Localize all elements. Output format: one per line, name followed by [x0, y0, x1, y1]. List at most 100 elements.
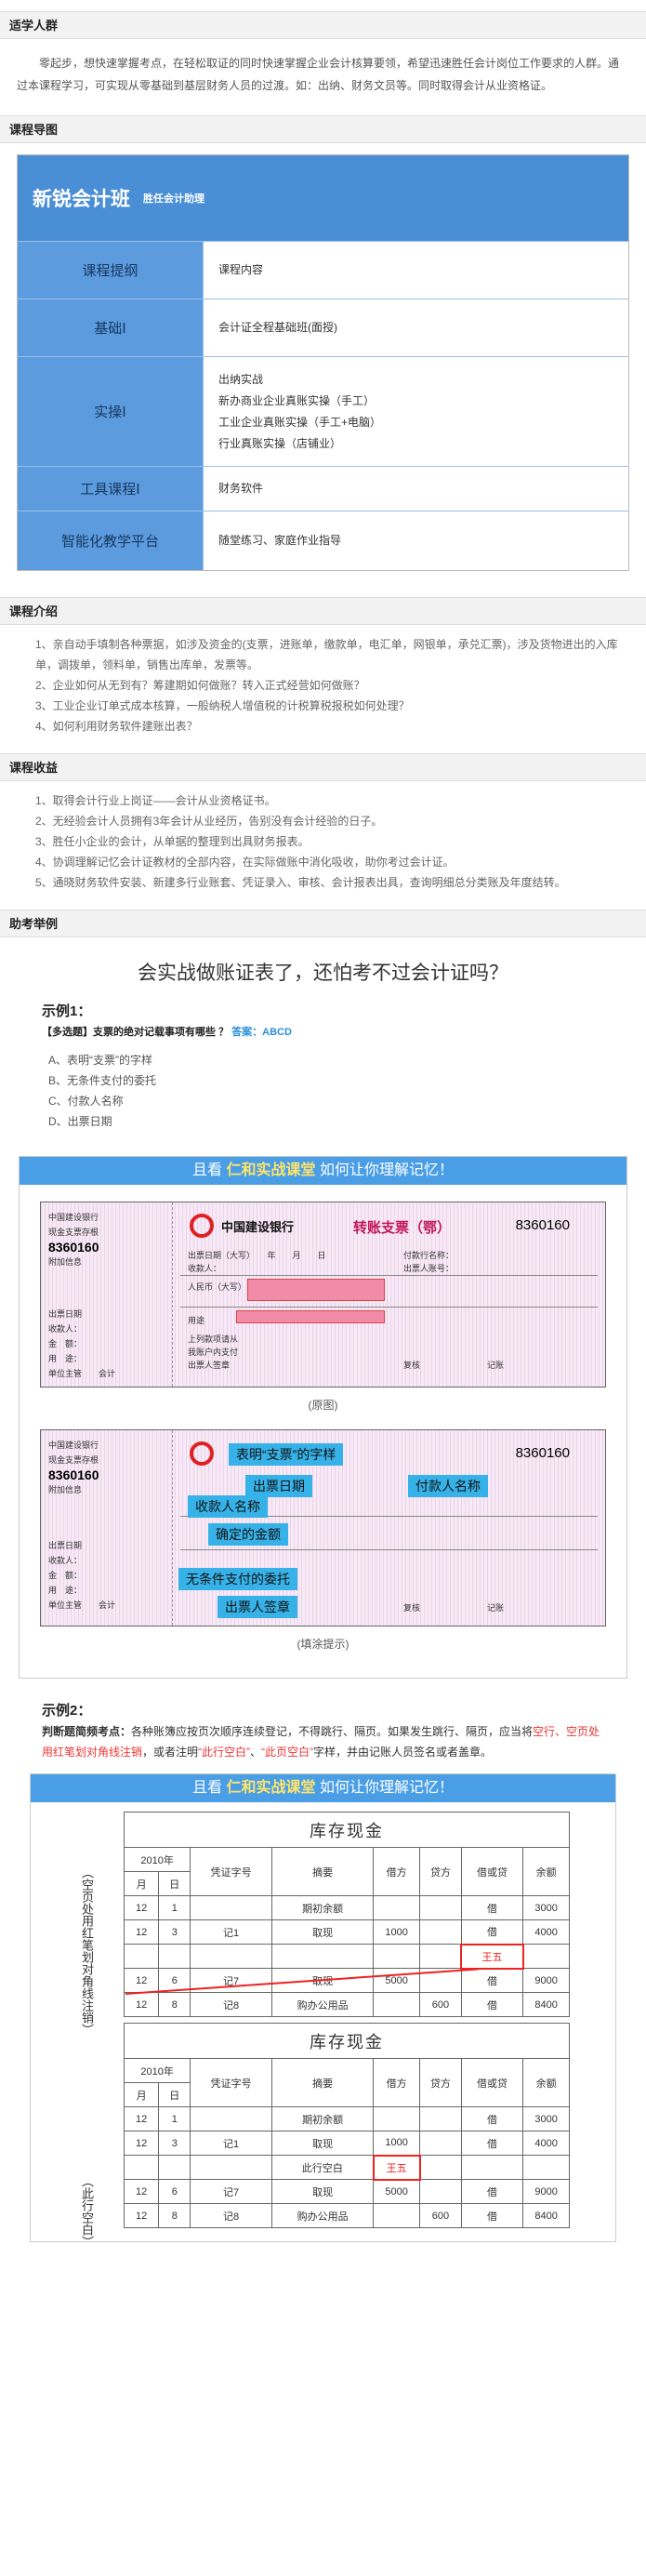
ledger-header-credit: 贷方 [419, 1847, 462, 1896]
list-item: 2、企业如何从无到有？筹建期如何做账？转入正式经营如何做账？ [35, 679, 365, 692]
cheque-stub: 中国建设银行 现金支票存根 8360160 附加信息 出票日期 收款人： 金 额… [41, 1202, 173, 1387]
signer-label: 出票人签章 [188, 1361, 231, 1370]
example2-text: 判断题简频考点：各种账簿应按页次顺序连续登记，不得跳行、隔页。如果发生跳行、隔页… [42, 1721, 604, 1762]
ledger-cell: 借 [460, 1895, 524, 1920]
divider [180, 1549, 598, 1550]
course-map-heading: 课程导图 [0, 115, 646, 143]
option-item: B、无条件支付的委托 [48, 1074, 157, 1087]
amount-field [247, 1279, 385, 1301]
ledger-cell: 9000 [522, 2179, 570, 2204]
course-map-row: 实操Ⅰ 出纳实战 新办商业企业真账实操（手工） 工业企业真账实操（手工+电脑） … [18, 356, 628, 466]
ledger-cell [419, 1919, 462, 1945]
course-map-row-item: 新办商业企业真账实操（手工） [218, 393, 376, 407]
option-item: A、表明“支票”的字样 [48, 1054, 152, 1067]
course-map-table: 新锐会计班 胜任会计助理 课程提纲 课程内容 基础Ⅰ 会计证全程基础班(面授) … [17, 154, 629, 571]
ledger-table: 库存现金 2010年 凭证字号 摘要 借方 贷方 借或贷 余额月日 12 1 期初余额借 3000 12… [123, 1812, 570, 2017]
hint-tag: 无条件支付的委托 [178, 1568, 297, 1590]
audience-text-block: 零起步，想快速掌握考点，在轻松取证的同时快速掌握企业会计核算要领，希望迅速胜任会… [0, 39, 646, 104]
ledger-cell [373, 1944, 420, 1969]
ledger-cell [373, 2203, 420, 2228]
ledger-row: 12 3 记1 取现 1000 借 4000 [123, 1919, 570, 1945]
review-label: 复核 [403, 1361, 421, 1370]
ledger-cell [373, 1895, 420, 1920]
ledger-cell: 借 [460, 2106, 524, 2131]
ledger-header-voucher: 凭证字号 [190, 1847, 272, 1896]
course-map-row: 基础Ⅰ 会计证全程基础班(面授) [18, 299, 628, 356]
text-segment: 、 [250, 1746, 262, 1759]
ledger-cell [419, 2106, 462, 2131]
ledger-cell: 借 [460, 2131, 524, 2156]
amount-label: 人民币（大写） [188, 1282, 247, 1292]
ledger-cell: 12 [123, 1919, 160, 1945]
banner-post: 如何让你理解记忆！ [319, 1162, 454, 1178]
ledger-cell: 12 [123, 2131, 160, 2156]
hint-tag: 出票人签章 [218, 1596, 297, 1618]
stub-field: 收款人： [48, 1324, 83, 1334]
ledger-cell [419, 2155, 462, 2180]
ledger-cell: 3 [158, 2131, 191, 2156]
banner-pre: 且看 [192, 1780, 223, 1796]
ledger-cell: 期初余额 [270, 2106, 375, 2131]
cheque-panel: 且看 仁和实战课堂 如何让你理解记忆！ 中国建设银行 现金支票存根 836016… [19, 1156, 627, 1679]
ledger-cell: 期初余额 [270, 1895, 375, 1920]
payee-label: 收款人： [188, 1264, 222, 1273]
cheque-annotated: 中国建设银行 现金支票存根 8360160 附加信息 出票日期 收款人： 金 额… [40, 1429, 606, 1627]
ledger-header-year: 2010年 [123, 1847, 191, 1872]
stub-field: 收款人： [48, 1556, 83, 1565]
ledger-header-row: 2010年 凭证字号 摘要 借方 贷方 借或贷 余额 [123, 2058, 570, 2107]
payer-bank-label: 付款行名称： [403, 1251, 455, 1260]
review-label: 复核 [403, 1603, 421, 1613]
divider [180, 1275, 598, 1276]
ledger-side-note: （此行空白） [80, 2175, 94, 2248]
ledger-header-balance: 余额 [522, 2058, 570, 2107]
ledger-cell [419, 2179, 462, 2204]
ledger-header-summary: 摘要 [270, 2058, 375, 2107]
banner-post: 如何让你理解记忆！ [319, 1780, 454, 1796]
ledger-cell: 12 [123, 2106, 160, 2131]
ledger-header-balance: 余额 [522, 1847, 570, 1896]
example1-options: A、表明“支票”的字样 B、无条件支付的委托 C、付款人名称 D、出票日期 [48, 1050, 646, 1132]
ledger-header-debit: 借方 [373, 2058, 420, 2107]
hint-tag: 出票日期 [245, 1475, 312, 1497]
list-item: 3、工业企业订单式成本核算，一般纳税人增值税的计税算税报税如何处理？ [35, 699, 410, 712]
stub-extra: 附加信息 [48, 1485, 83, 1494]
text-highlight: “此页空白” [261, 1746, 314, 1759]
audience-text: 零起步，想快速掌握考点，在轻松取证的同时快速掌握企业会计核算要领，希望迅速胜任会… [17, 57, 620, 92]
cheque-caption-original: (原图) [308, 1399, 338, 1412]
ledger-cell: 1 [158, 2106, 191, 2131]
list-item: 4、如何利用财务软件建账出表？ [35, 720, 198, 733]
example2-lead: 判断题简频考点： [42, 1725, 132, 1738]
ledger-cell [190, 2106, 272, 2131]
ledger-cell: 12 [123, 2203, 160, 2228]
ledger-cell: 借 [460, 2203, 524, 2228]
text-highlight: “此行空白” [198, 1746, 251, 1759]
ledger-cell: 购办公用品 [270, 1992, 375, 2017]
payer-acct-label: 出票人账号： [403, 1264, 455, 1273]
examples-heading: 助考举例 [0, 910, 646, 937]
stub-field: 出票日期 [48, 1309, 83, 1319]
ledger-panel: 且看 仁和实战课堂 如何让你理解记忆！ （空页处用红笔划对角线注销） 库存现金 2… [30, 1773, 616, 2248]
ledger-header-row: 2010年 凭证字号 摘要 借方 贷方 借或贷 余额 [123, 1847, 570, 1896]
ledger-cell [190, 2155, 272, 2180]
course-map-row-label: 智能化教学平台 [18, 511, 204, 570]
ledger-title-row: 库存现金 [124, 1812, 570, 1848]
example1-question-text: 【多选题】支票的绝对记载事项有哪些 ？ [42, 1027, 230, 1038]
ledger-cell [190, 1944, 272, 1969]
ledger-header-month: 月 [123, 1871, 160, 1896]
ledger-row: 12 8 记8 购办公用品 600 借 8400 [123, 1992, 570, 2017]
ledger-title-row: 库存现金 [124, 2023, 570, 2059]
banner-brand: 仁和实战课堂 [226, 1162, 316, 1178]
ledger-header-day: 日 [158, 1871, 191, 1896]
divider [180, 1307, 598, 1308]
audience-heading: 适学人群 [0, 11, 646, 39]
course-map-row-label: 课程提纲 [18, 242, 204, 299]
benefits-heading: 课程收益 [0, 753, 646, 781]
ledger-header-dc: 借或贷 [460, 2058, 524, 2107]
purpose-label: 用途 [188, 1316, 205, 1325]
text-segment: 字样，并由记账人员签名或者盖章。 [313, 1746, 493, 1759]
example2-label: 示例2： [42, 1703, 92, 1719]
ledger-title: 库存现金 [124, 2023, 570, 2059]
ledger-cell: 借 [460, 1968, 524, 1993]
ledger-side-note: （空页处用红笔划对角线注销） [80, 1866, 94, 2036]
ledger-cell: 取现 [270, 2131, 375, 2156]
